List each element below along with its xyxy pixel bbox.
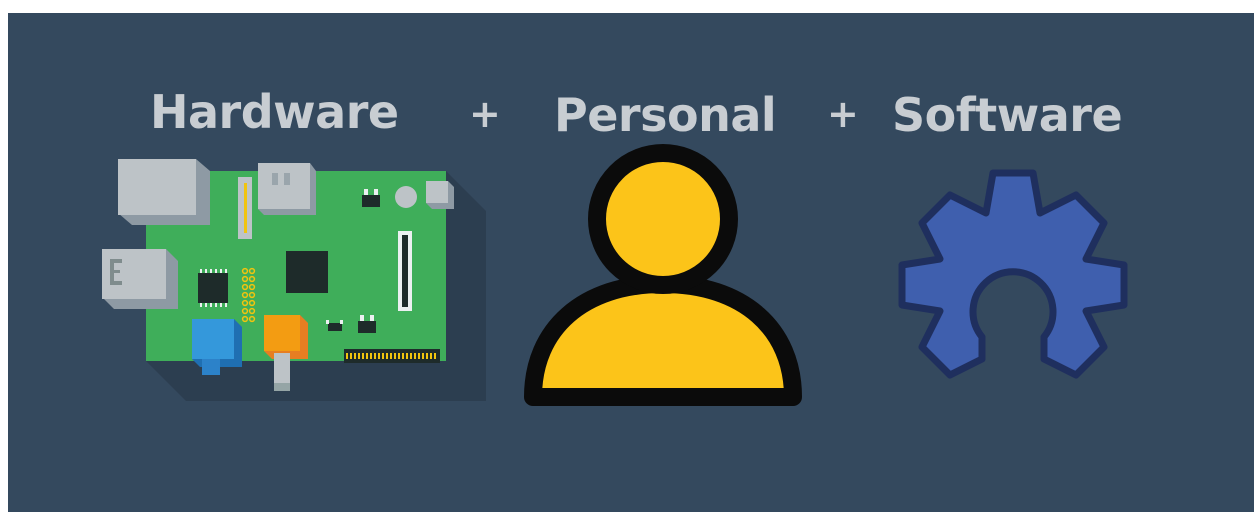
user-icon <box>524 144 802 406</box>
personal-heading: Personal <box>554 88 777 142</box>
user-body <box>524 275 802 406</box>
user-head <box>588 144 738 294</box>
open-source-gear-icon <box>898 169 1128 379</box>
gear-shape <box>898 169 1128 379</box>
led <box>395 186 417 208</box>
cpu-chip <box>286 251 328 293</box>
usb-controller-chip <box>198 273 228 303</box>
banner-canvas: Hardware + Personal + Software <box>8 13 1254 512</box>
plus-sign: + <box>827 92 859 136</box>
circuit-board-icon <box>102 159 486 401</box>
software-heading: Software <box>892 88 1123 142</box>
